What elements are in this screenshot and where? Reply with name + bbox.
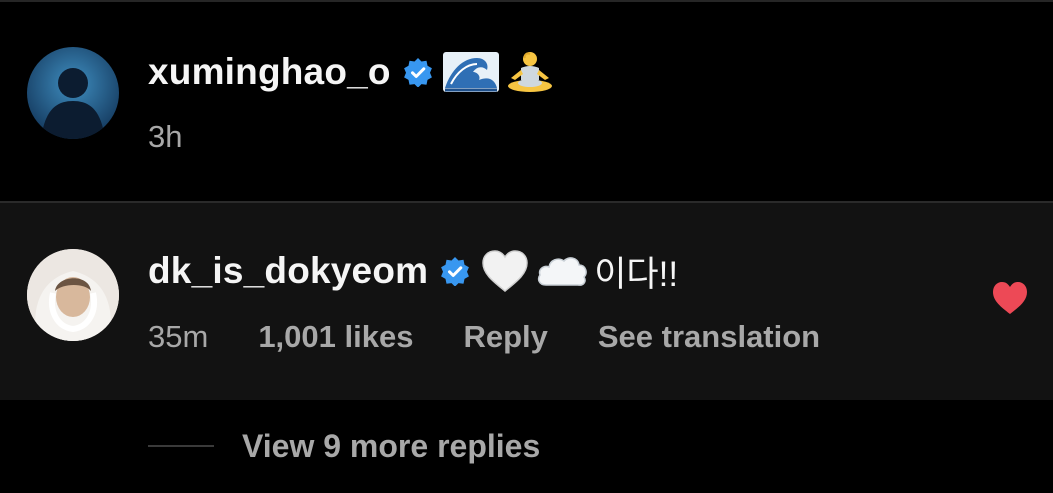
username[interactable]: dk_is_dokyeom: [148, 250, 428, 292]
avatar[interactable]: [27, 47, 119, 139]
comment-dk-is-dokyeom: dk_is_dokyeom 이다!! 35m 1,001 likes Reply…: [0, 203, 1053, 400]
water-wave-emoji: [442, 50, 499, 94]
verified-badge-icon: [440, 256, 470, 286]
view-replies-button[interactable]: View 9 more replies: [242, 428, 540, 465]
comment-header: dk_is_dokyeom 이다!!: [148, 246, 678, 296]
avatar[interactable]: [27, 249, 119, 341]
cloud-emoji: [536, 253, 588, 289]
comment-body: 이다!!: [594, 254, 679, 294]
see-translation-button[interactable]: See translation: [598, 319, 820, 355]
comment-text: [442, 50, 561, 94]
white-heart-emoji: [480, 249, 530, 293]
replies-line: [148, 445, 214, 447]
comment-header: xuminghao_o: [148, 47, 561, 97]
verified-badge-icon: [403, 57, 433, 87]
username[interactable]: xuminghao_o: [148, 51, 391, 93]
like-heart-icon[interactable]: [991, 280, 1029, 316]
comment-xuminghao: xuminghao_o 3h: [0, 2, 1053, 201]
reply-button[interactable]: Reply: [463, 319, 547, 355]
person-in-lotus-position-emoji: [505, 50, 555, 94]
view-replies[interactable]: View 9 more replies: [148, 424, 540, 468]
comment-meta: 35m 1,001 likes Reply See translation: [148, 317, 870, 357]
comment-meta: 3h: [148, 117, 232, 157]
likes-count[interactable]: 1,001 likes: [258, 319, 413, 355]
comment-time: 35m: [148, 319, 209, 354]
comment-time: 3h: [148, 119, 183, 154]
comment-text: 이다!!: [480, 246, 678, 297]
